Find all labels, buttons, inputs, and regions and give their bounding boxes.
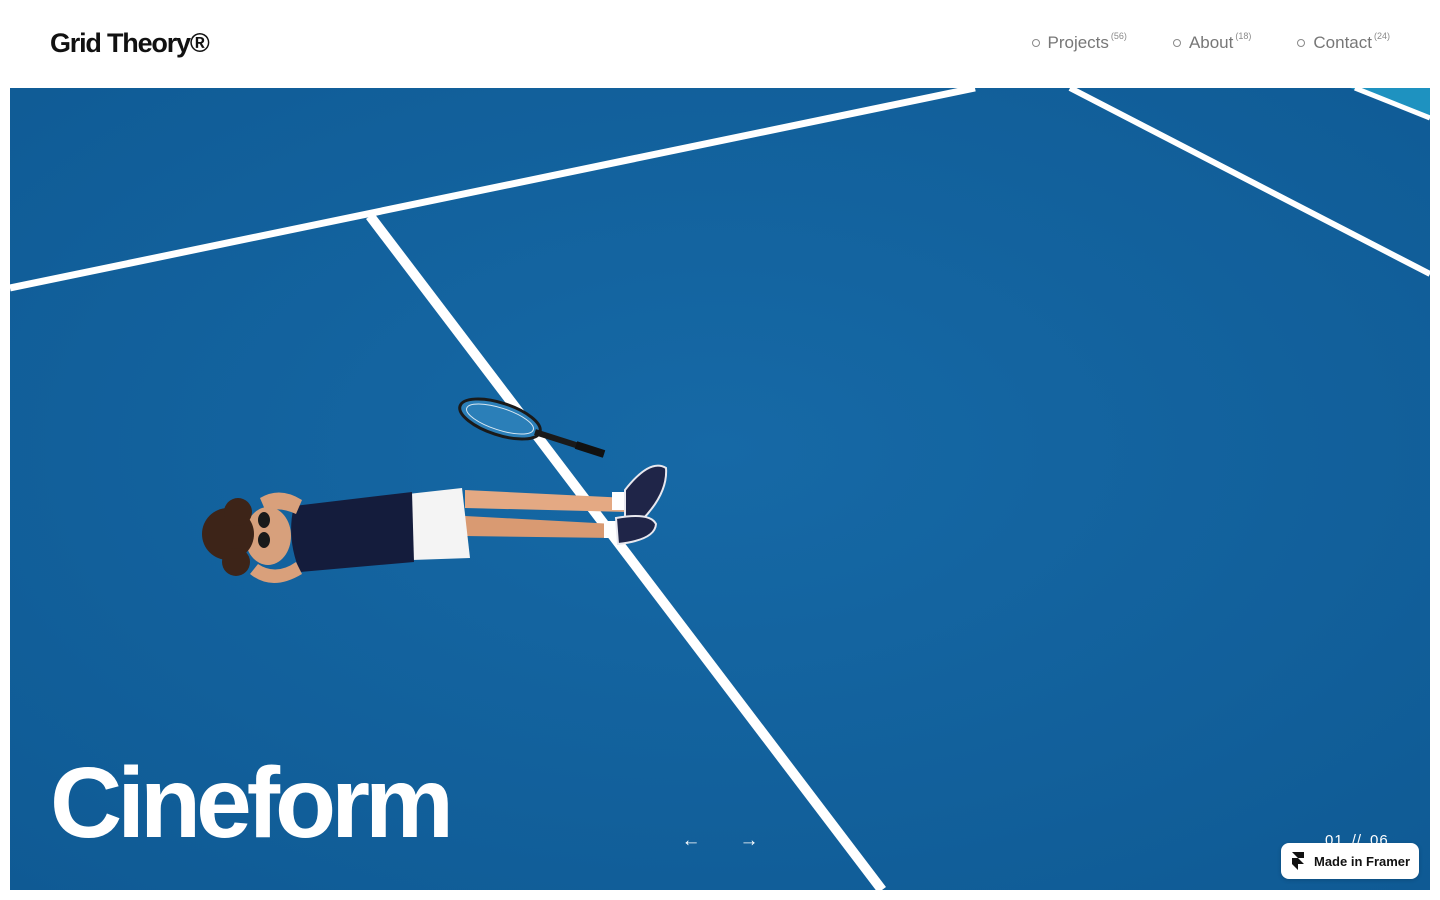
hero-slider: Cineform ← → 01//06: [10, 88, 1430, 890]
nav-item-about[interactable]: About (18): [1172, 31, 1252, 53]
circle-icon: [1297, 39, 1306, 47]
site-header: Grid Theory® Projects (56) About (18) Co…: [0, 0, 1440, 88]
framer-icon: [1292, 852, 1304, 870]
nav-label: About: [1188, 33, 1234, 52]
nav-item-projects[interactable]: Projects (56): [1031, 31, 1127, 53]
made-in-framer-badge[interactable]: Made in Framer: [1281, 843, 1419, 879]
nav-item-contact[interactable]: Contact (24): [1297, 31, 1390, 53]
site-logo[interactable]: Grid Theory®: [50, 28, 210, 59]
nav-count: (18): [1235, 31, 1252, 41]
nav-count: (56): [1110, 31, 1127, 41]
nav-label: Projects: [1047, 33, 1109, 52]
project-title: Cineform: [50, 747, 454, 859]
circle-icon: [1172, 39, 1181, 47]
main-nav: Projects (56) About (18) Contact (24): [1031, 31, 1390, 53]
arrow-right-icon[interactable]: →: [736, 828, 762, 854]
nav-label: Contact: [1313, 33, 1372, 52]
nav-count: (24): [1373, 31, 1390, 41]
circle-icon: [1031, 39, 1040, 47]
arrow-left-icon[interactable]: ←: [678, 828, 704, 854]
badge-label: Made in Framer: [1314, 853, 1411, 869]
